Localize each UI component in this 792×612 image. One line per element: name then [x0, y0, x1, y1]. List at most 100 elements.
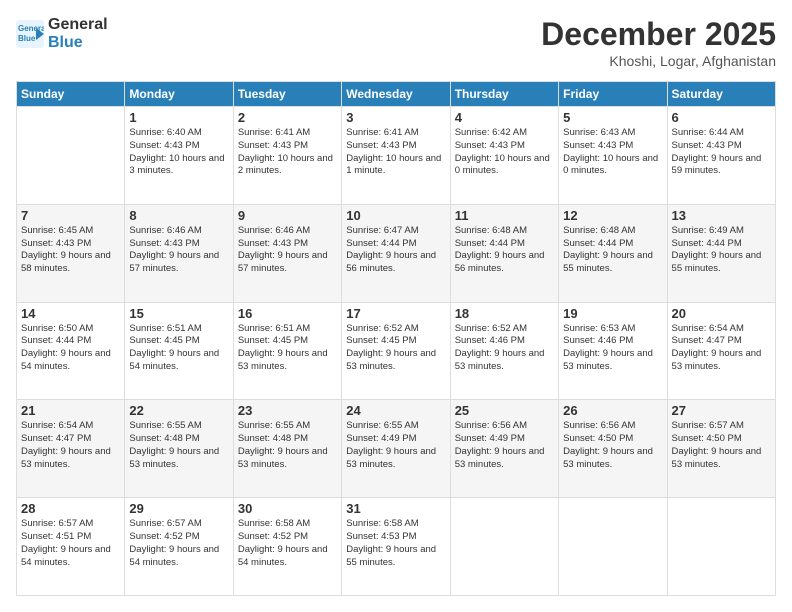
day-number: 23: [238, 403, 337, 418]
day-info: Sunrise: 6:48 AMSunset: 4:44 PMDaylight:…: [563, 225, 662, 276]
calendar-cell: 2Sunrise: 6:41 AMSunset: 4:43 PMDaylight…: [233, 107, 341, 205]
day-info: Sunrise: 6:55 AMSunset: 4:49 PMDaylight:…: [346, 420, 445, 471]
day-number: 10: [346, 208, 445, 223]
calendar-week-row: 21 Sunrise: 6:54 AMSunset: 4:47 PMDayligh…: [17, 400, 776, 498]
calendar-cell: 10 Sunrise: 6:47 AMSunset: 4:44 PMDayligh…: [342, 204, 450, 302]
calendar-day-header: Thursday: [450, 82, 558, 107]
calendar-cell: 16 Sunrise: 6:51 AMSunset: 4:45 PMDayligh…: [233, 302, 341, 400]
day-info: Sunrise: 6:41 AMSunset: 4:43 PMDaylight:…: [346, 127, 445, 178]
calendar-cell: 28Sunrise: 6:57 AMSunset: 4:51 PMDayligh…: [17, 498, 125, 596]
calendar-cell: 27 Sunrise: 6:57 AMSunset: 4:50 PMDayligh…: [667, 400, 775, 498]
calendar-week-row: 1 Sunrise: 6:40 AMSunset: 4:43 PMDaylight…: [17, 107, 776, 205]
day-number: 14: [21, 306, 120, 321]
calendar-cell: [559, 498, 667, 596]
day-info: Sunrise: 6:42 AMSunset: 4:43 PMDaylight:…: [455, 127, 554, 178]
calendar-day-header: Tuesday: [233, 82, 341, 107]
day-number: 9: [238, 208, 337, 223]
calendar-cell: 9 Sunrise: 6:46 AMSunset: 4:43 PMDaylight…: [233, 204, 341, 302]
calendar-cell: 21 Sunrise: 6:54 AMSunset: 4:47 PMDayligh…: [17, 400, 125, 498]
day-info: Sunrise: 6:56 AMSunset: 4:49 PMDaylight:…: [455, 420, 554, 471]
calendar-table: SundayMondayTuesdayWednesdayThursdayFrid…: [16, 81, 776, 596]
calendar-day-header: Saturday: [667, 82, 775, 107]
day-info: Sunrise: 6:57 AMSunset: 4:50 PMDaylight:…: [672, 420, 771, 471]
day-info: Sunrise: 6:55 AMSunset: 4:48 PMDaylight:…: [238, 420, 337, 471]
day-number: 21: [21, 403, 120, 418]
day-number: 24: [346, 403, 445, 418]
day-info: Sunrise: 6:58 AMSunset: 4:53 PMDaylight:…: [346, 518, 445, 569]
day-number: 1: [129, 110, 228, 125]
logo-text-general: General: [48, 16, 108, 34]
day-info: Sunrise: 6:44 AMSunset: 4:43 PMDaylight:…: [672, 127, 771, 178]
calendar-day-header: Monday: [125, 82, 233, 107]
calendar-cell: 8Sunrise: 6:46 AMSunset: 4:43 PMDaylight…: [125, 204, 233, 302]
day-number: 6: [672, 110, 771, 125]
calendar-week-row: 14Sunrise: 6:50 AMSunset: 4:44 PMDayligh…: [17, 302, 776, 400]
calendar-body: 1 Sunrise: 6:40 AMSunset: 4:43 PMDaylight…: [17, 107, 776, 596]
calendar-header-row: SundayMondayTuesdayWednesdayThursdayFrid…: [17, 82, 776, 107]
day-info: Sunrise: 6:53 AMSunset: 4:46 PMDaylight:…: [563, 323, 662, 374]
day-number: 2: [238, 110, 337, 125]
calendar-cell: 23 Sunrise: 6:55 AMSunset: 4:48 PMDayligh…: [233, 400, 341, 498]
day-number: 27: [672, 403, 771, 418]
day-number: 11: [455, 208, 554, 223]
calendar-cell: 1 Sunrise: 6:40 AMSunset: 4:43 PMDaylight…: [125, 107, 233, 205]
day-number: 17: [346, 306, 445, 321]
day-info: Sunrise: 6:47 AMSunset: 4:44 PMDaylight:…: [346, 225, 445, 276]
day-info: Sunrise: 6:56 AMSunset: 4:50 PMDaylight:…: [563, 420, 662, 471]
day-number: 31: [346, 501, 445, 516]
day-number: 16: [238, 306, 337, 321]
day-info: Sunrise: 6:43 AMSunset: 4:43 PMDaylight:…: [563, 127, 662, 178]
day-number: 25: [455, 403, 554, 418]
day-number: 15: [129, 306, 228, 321]
calendar-cell: 5 Sunrise: 6:43 AMSunset: 4:43 PMDaylight…: [559, 107, 667, 205]
day-info: Sunrise: 6:52 AMSunset: 4:46 PMDaylight:…: [455, 323, 554, 374]
day-info: Sunrise: 6:46 AMSunset: 4:43 PMDaylight:…: [238, 225, 337, 276]
calendar-cell: 26 Sunrise: 6:56 AMSunset: 4:50 PMDayligh…: [559, 400, 667, 498]
day-info: Sunrise: 6:49 AMSunset: 4:44 PMDaylight:…: [672, 225, 771, 276]
day-info: Sunrise: 6:57 AMSunset: 4:51 PMDaylight:…: [21, 518, 120, 569]
calendar-cell: [450, 498, 558, 596]
month-title: December 2025: [541, 16, 776, 53]
day-info: Sunrise: 6:48 AMSunset: 4:44 PMDaylight:…: [455, 225, 554, 276]
calendar-cell: 24 Sunrise: 6:55 AMSunset: 4:49 PMDayligh…: [342, 400, 450, 498]
page: General Blue General Blue December 2025 …: [0, 0, 792, 612]
calendar-cell: 18 Sunrise: 6:52 AMSunset: 4:46 PMDayligh…: [450, 302, 558, 400]
calendar-cell: 4 Sunrise: 6:42 AMSunset: 4:43 PMDaylight…: [450, 107, 558, 205]
day-number: 18: [455, 306, 554, 321]
day-number: 13: [672, 208, 771, 223]
logo: General Blue General Blue: [16, 16, 108, 51]
logo-icon: General Blue: [16, 20, 44, 48]
calendar-day-header: Sunday: [17, 82, 125, 107]
day-info: Sunrise: 6:51 AMSunset: 4:45 PMDaylight:…: [129, 323, 228, 374]
calendar-cell: 13 Sunrise: 6:49 AMSunset: 4:44 PMDayligh…: [667, 204, 775, 302]
calendar-cell: 29 Sunrise: 6:57 AMSunset: 4:52 PMDayligh…: [125, 498, 233, 596]
calendar-cell: 19Sunrise: 6:53 AMSunset: 4:46 PMDayligh…: [559, 302, 667, 400]
day-info: Sunrise: 6:46 AMSunset: 4:43 PMDaylight:…: [129, 225, 228, 276]
day-info: Sunrise: 6:51 AMSunset: 4:45 PMDaylight:…: [238, 323, 337, 374]
calendar-cell: 3Sunrise: 6:41 AMSunset: 4:43 PMDaylight…: [342, 107, 450, 205]
day-number: 26: [563, 403, 662, 418]
title-block: December 2025 Khoshi, Logar, Afghanistan: [541, 16, 776, 69]
calendar-cell: [17, 107, 125, 205]
calendar-cell: 31 Sunrise: 6:58 AMSunset: 4:53 PMDayligh…: [342, 498, 450, 596]
day-info: Sunrise: 6:54 AMSunset: 4:47 PMDaylight:…: [21, 420, 120, 471]
calendar-cell: [667, 498, 775, 596]
day-number: 4: [455, 110, 554, 125]
day-number: 30: [238, 501, 337, 516]
day-info: Sunrise: 6:58 AMSunset: 4:52 PMDaylight:…: [238, 518, 337, 569]
logo-text-blue: Blue: [48, 34, 108, 52]
calendar-cell: 25 Sunrise: 6:56 AMSunset: 4:49 PMDayligh…: [450, 400, 558, 498]
day-info: Sunrise: 6:40 AMSunset: 4:43 PMDaylight:…: [129, 127, 228, 178]
calendar-cell: 30 Sunrise: 6:58 AMSunset: 4:52 PMDayligh…: [233, 498, 341, 596]
location: Khoshi, Logar, Afghanistan: [541, 53, 776, 69]
svg-text:Blue: Blue: [18, 34, 36, 43]
day-info: Sunrise: 6:54 AMSunset: 4:47 PMDaylight:…: [672, 323, 771, 374]
calendar-week-row: 7Sunrise: 6:45 AMSunset: 4:43 PMDaylight…: [17, 204, 776, 302]
day-info: Sunrise: 6:57 AMSunset: 4:52 PMDaylight:…: [129, 518, 228, 569]
calendar-cell: 14Sunrise: 6:50 AMSunset: 4:44 PMDayligh…: [17, 302, 125, 400]
day-number: 29: [129, 501, 228, 516]
day-info: Sunrise: 6:55 AMSunset: 4:48 PMDaylight:…: [129, 420, 228, 471]
day-info: Sunrise: 6:45 AMSunset: 4:43 PMDaylight:…: [21, 225, 120, 276]
day-number: 5: [563, 110, 662, 125]
calendar-cell: 15 Sunrise: 6:51 AMSunset: 4:45 PMDayligh…: [125, 302, 233, 400]
